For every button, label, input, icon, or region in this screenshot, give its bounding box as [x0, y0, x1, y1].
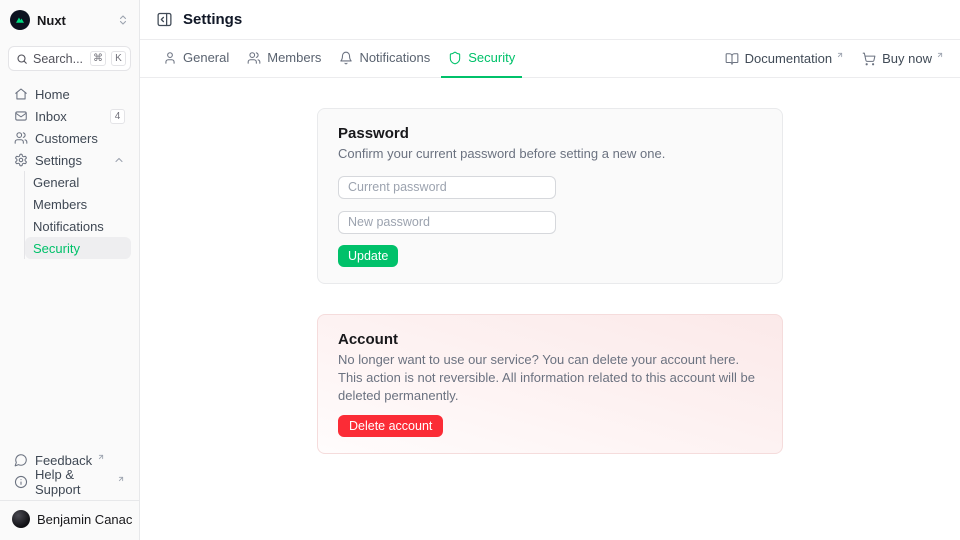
search-input[interactable]: Search... ⌘ K: [8, 46, 131, 71]
current-password-field-wrap: [338, 176, 762, 199]
delete-account-button[interactable]: Delete account: [338, 415, 443, 437]
buy-now-link[interactable]: Buy now: [862, 51, 944, 66]
sidebar-item-notifications[interactable]: Notifications: [25, 215, 131, 237]
workspace-name: Nuxt: [37, 13, 110, 28]
main-area: Settings General Members Notifications: [140, 0, 960, 540]
tab-label: Members: [267, 50, 321, 65]
user-icon: [163, 51, 177, 65]
header-actions: Documentation Buy now: [725, 51, 944, 66]
message-bubble-icon: [14, 453, 28, 467]
user-name: Benjamin Canac: [37, 512, 132, 527]
tab-label: Security: [468, 50, 515, 65]
external-link-icon: [836, 51, 844, 59]
sidebar-item-customers[interactable]: Customers: [8, 127, 131, 149]
sidebar-item-label: Inbox: [35, 109, 103, 124]
external-link-icon: [97, 453, 105, 461]
footer-link-label: Help & Support: [35, 467, 112, 497]
divider: [0, 500, 139, 501]
documentation-link[interactable]: Documentation: [725, 51, 844, 66]
inbox-count-badge: 4: [110, 109, 125, 124]
settings-tabs: General Members Notifications Security: [140, 40, 960, 78]
bell-icon: [339, 51, 353, 65]
sidebar: Nuxt Search... ⌘ K Home: [0, 0, 140, 540]
tab-label: General: [183, 50, 229, 65]
book-open-icon: [725, 52, 739, 66]
action-link-label: Buy now: [882, 51, 932, 66]
inbox-icon: [14, 109, 28, 123]
users-icon: [247, 51, 261, 65]
card-title: Password: [338, 125, 762, 142]
external-link-icon: [117, 475, 125, 483]
page-header: Settings: [140, 0, 960, 40]
password-card: Password Confirm your current password b…: [317, 108, 783, 284]
chevrons-up-down-icon: [117, 14, 129, 26]
footer-link-label: Feedback: [35, 453, 92, 468]
page-title: Settings: [183, 11, 242, 28]
sidebar-item-label: Customers: [35, 131, 125, 146]
card-title: Account: [338, 331, 762, 348]
sidebar-item-label: Security: [33, 241, 80, 256]
sidebar-footer: Feedback Help & Support Benjamin Canac: [8, 449, 131, 532]
sidebar-item-inbox[interactable]: Inbox 4: [8, 105, 131, 127]
gear-icon: [14, 153, 28, 167]
sidebar-item-members[interactable]: Members: [25, 193, 131, 215]
update-password-button[interactable]: Update: [338, 245, 398, 267]
customers-icon: [14, 131, 28, 145]
sidebar-item-label: Members: [33, 197, 87, 212]
kbd-k: K: [111, 51, 126, 66]
app-window: Nuxt Search... ⌘ K Home: [0, 0, 960, 540]
sidebar-item-settings[interactable]: Settings: [8, 149, 131, 171]
external-link-icon: [936, 51, 944, 59]
shopping-cart-icon: [862, 52, 876, 66]
settings-security-page: Password Confirm your current password b…: [140, 78, 960, 540]
tab-security[interactable]: Security: [441, 40, 522, 78]
sidebar-item-label: Settings: [35, 153, 106, 168]
tab-members[interactable]: Members: [240, 40, 328, 78]
nuxt-logo-icon: [10, 10, 30, 30]
user-menu[interactable]: Benjamin Canac: [8, 506, 131, 532]
sidebar-item-label: General: [33, 175, 79, 190]
card-description: Confirm your current password before set…: [338, 145, 762, 163]
sidebar-nav: Home Inbox 4 Customers Settings: [8, 83, 131, 259]
settings-subnav: General Members Notifications Security: [24, 171, 131, 259]
sidebar-item-label: Home: [35, 87, 125, 102]
new-password-field[interactable]: [338, 211, 556, 234]
home-icon: [14, 87, 28, 101]
action-link-label: Documentation: [745, 51, 832, 66]
avatar: [12, 510, 30, 528]
sidebar-item-label: Notifications: [33, 219, 104, 234]
search-placeholder: Search...: [33, 52, 85, 66]
new-password-field-wrap: [338, 211, 762, 234]
sidebar-item-home[interactable]: Home: [8, 83, 131, 105]
shield-icon: [448, 51, 462, 65]
current-password-field[interactable]: [338, 176, 556, 199]
workspace-selector[interactable]: Nuxt: [8, 8, 131, 32]
sidebar-item-security[interactable]: Security: [25, 237, 131, 259]
help-support-link[interactable]: Help & Support: [8, 471, 131, 493]
account-card: Account No longer want to use our servic…: [317, 314, 783, 454]
sidebar-item-general[interactable]: General: [25, 171, 131, 193]
chevron-up-icon: [113, 154, 125, 166]
card-description: No longer want to use our service? You c…: [338, 351, 762, 405]
search-icon: [16, 53, 28, 65]
tab-general[interactable]: General: [156, 40, 236, 78]
tab-notifications[interactable]: Notifications: [332, 40, 437, 78]
info-circle-icon: [14, 475, 28, 489]
kbd-cmd: ⌘: [90, 51, 106, 66]
collapse-sidebar-button[interactable]: [156, 11, 173, 28]
tab-label: Notifications: [359, 50, 430, 65]
